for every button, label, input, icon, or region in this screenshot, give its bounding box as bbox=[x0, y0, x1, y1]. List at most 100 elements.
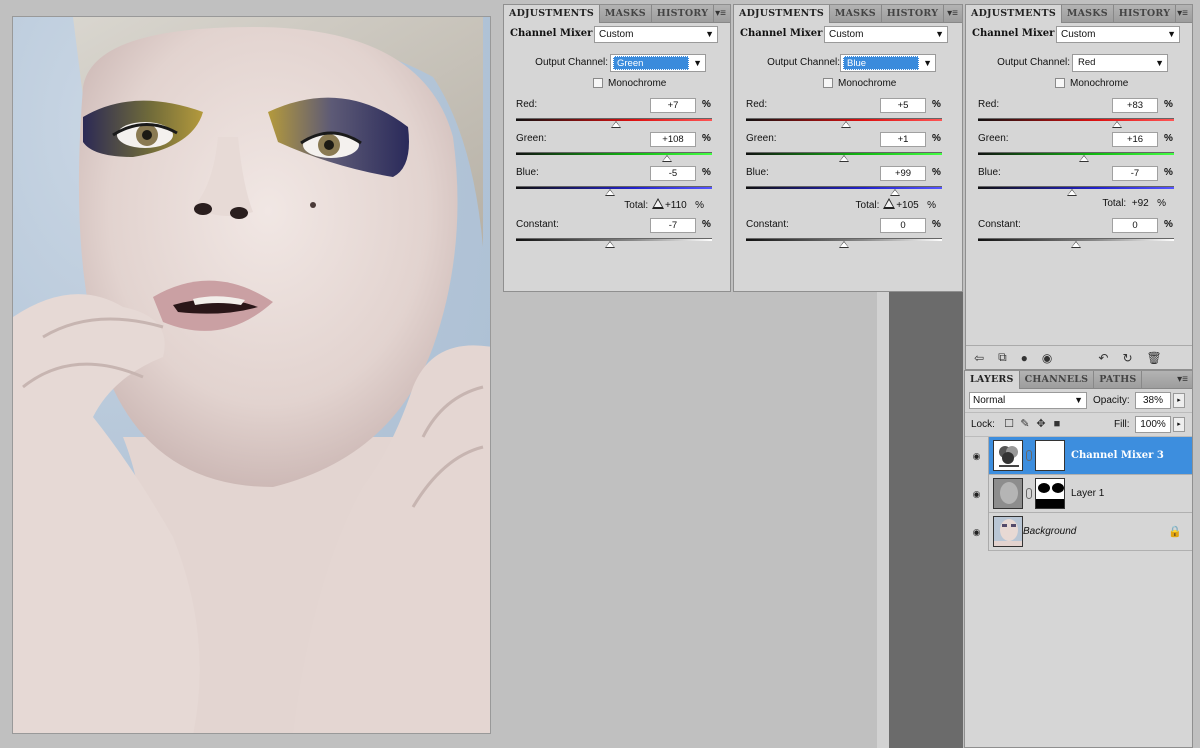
fill-label: Fill: bbox=[1114, 419, 1130, 430]
layer-row-background[interactable]: ◉ Background 🔒 bbox=[965, 513, 1192, 551]
tab-masks[interactable]: MASKS bbox=[830, 5, 882, 23]
monochrome-checkbox[interactable] bbox=[1055, 78, 1065, 88]
green-value-input[interactable]: +1 bbox=[880, 132, 926, 147]
visibility-eye-icon[interactable]: ◉ bbox=[965, 513, 989, 551]
constant-value-input[interactable]: -7 bbox=[650, 218, 696, 233]
green-slider-track[interactable] bbox=[516, 152, 712, 155]
fill-stepper[interactable]: ▸ bbox=[1173, 417, 1185, 432]
tab-paths[interactable]: PATHS bbox=[1094, 371, 1143, 389]
layer-mask-thumbnail[interactable] bbox=[1035, 478, 1065, 509]
image-canvas[interactable] bbox=[12, 16, 491, 734]
percent-label: % bbox=[702, 219, 711, 230]
constant-slider-thumb[interactable] bbox=[1071, 241, 1081, 248]
tab-masks[interactable]: MASKS bbox=[600, 5, 652, 23]
visibility-eye-icon[interactable]: ◉ bbox=[965, 475, 989, 513]
total-readout: Total: +110 % bbox=[624, 198, 704, 211]
panel-menu-icon[interactable]: ▾≡ bbox=[715, 8, 726, 19]
layer-name[interactable]: Layer 1 bbox=[1071, 488, 1104, 499]
tab-history[interactable]: HISTORY bbox=[652, 5, 715, 23]
opacity-stepper[interactable]: ▸ bbox=[1173, 393, 1185, 408]
return-to-list-icon[interactable]: ⇦ bbox=[974, 351, 984, 365]
layer-thumbnail[interactable] bbox=[993, 516, 1023, 547]
fill-input[interactable]: 100% bbox=[1135, 416, 1171, 433]
output-channel-select[interactable]: Green ▼ bbox=[610, 54, 706, 72]
constant-slider-thumb[interactable] bbox=[605, 241, 616, 248]
green-slider-thumb[interactable] bbox=[661, 155, 672, 162]
red-value-input[interactable]: +5 bbox=[880, 98, 926, 113]
link-chain-icon[interactable] bbox=[1026, 488, 1032, 499]
blend-mode-dropdown[interactable]: Normal ▼ bbox=[969, 392, 1087, 409]
red-slider-track[interactable] bbox=[978, 118, 1174, 121]
constant-value-input[interactable]: 0 bbox=[880, 218, 926, 233]
output-channel-select[interactable]: Blue ▼ bbox=[840, 54, 936, 72]
red-slider-thumb[interactable] bbox=[840, 121, 851, 128]
preset-dropdown[interactable]: Custom ▼ bbox=[594, 26, 718, 43]
layer-name[interactable]: Channel Mixer 3 bbox=[1071, 450, 1164, 461]
tab-history[interactable]: HISTORY bbox=[1114, 5, 1177, 23]
green-slider-thumb[interactable] bbox=[839, 155, 849, 162]
preset-dropdown[interactable]: Custom ▼ bbox=[1056, 26, 1180, 43]
lock-all-icon[interactable]: ■ bbox=[1051, 418, 1063, 430]
tab-adjustments[interactable]: ADJUSTMENTS bbox=[966, 5, 1062, 23]
lock-position-icon[interactable]: ✥ bbox=[1035, 418, 1047, 430]
output-channel-select[interactable]: Red ▼ bbox=[1072, 54, 1168, 72]
tab-history[interactable]: HISTORY bbox=[882, 5, 945, 23]
previous-state-icon[interactable]: ↶ bbox=[1098, 351, 1108, 365]
tab-adjustments[interactable]: ADJUSTMENTS bbox=[734, 5, 830, 23]
blue-slider-group: Blue: -7 % bbox=[966, 163, 1192, 197]
layer-mask-thumbnail[interactable] bbox=[1035, 440, 1065, 471]
monochrome-checkbox[interactable] bbox=[593, 78, 603, 88]
layer-name[interactable]: Background bbox=[1023, 526, 1076, 537]
portrait-photo bbox=[13, 17, 490, 733]
blue-value-input[interactable]: +99 bbox=[880, 166, 926, 181]
preset-dropdown[interactable]: Custom ▼ bbox=[824, 26, 948, 43]
blue-slider-thumb[interactable] bbox=[1067, 189, 1078, 196]
tab-masks[interactable]: MASKS bbox=[1062, 5, 1114, 23]
monochrome-checkbox[interactable] bbox=[823, 78, 833, 88]
tab-channels[interactable]: CHANNELS bbox=[1020, 371, 1095, 389]
blue-label: Blue: bbox=[978, 167, 1001, 178]
red-value-input[interactable]: +83 bbox=[1112, 98, 1158, 113]
constant-slider-thumb[interactable] bbox=[839, 241, 849, 248]
green-value-input[interactable]: +108 bbox=[650, 132, 696, 147]
panel-tabbar: ADJUSTMENTS MASKS HISTORY ▾≡ bbox=[734, 5, 962, 23]
opacity-input[interactable]: 38% bbox=[1135, 392, 1171, 409]
visibility-eye-icon[interactable]: ◉ bbox=[1042, 351, 1052, 365]
panel-tabbar: ADJUSTMENTS MASKS HISTORY ▾≡ bbox=[504, 5, 730, 23]
red-slider-thumb[interactable] bbox=[610, 121, 621, 128]
link-chain-icon[interactable] bbox=[1026, 450, 1032, 461]
panel-menu-icon[interactable]: ▾≡ bbox=[947, 8, 958, 19]
panel-menu-icon[interactable]: ▾≡ bbox=[1177, 374, 1188, 385]
green-value-input[interactable]: +16 bbox=[1112, 132, 1158, 147]
trash-icon[interactable]: 🗑 bbox=[1147, 351, 1162, 365]
lock-transparent-icon[interactable]: ☐ bbox=[1003, 418, 1015, 430]
green-slider-thumb[interactable] bbox=[1078, 155, 1089, 162]
red-slider-thumb[interactable] bbox=[1112, 121, 1123, 128]
blue-value-input[interactable]: -5 bbox=[650, 166, 696, 181]
chevron-down-icon: ▼ bbox=[935, 29, 944, 39]
percent-label: % bbox=[702, 99, 711, 110]
constant-value-input[interactable]: 0 bbox=[1112, 218, 1158, 233]
blue-slider-track[interactable] bbox=[746, 186, 942, 189]
blue-value-input[interactable]: -7 bbox=[1112, 166, 1158, 181]
layer-row-channel-mixer-3[interactable]: ◉ Channel Mixer 3 bbox=[965, 437, 1192, 475]
channel-mixer-icon bbox=[999, 446, 1019, 467]
tab-adjustments[interactable]: ADJUSTMENTS bbox=[504, 5, 600, 23]
tab-layers[interactable]: LAYERS bbox=[965, 371, 1020, 389]
green-slider-group: Green: +16 % bbox=[966, 129, 1192, 163]
panel-menu-icon[interactable]: ▾≡ bbox=[1177, 8, 1188, 19]
clip-to-layer-icon[interactable]: ● bbox=[1021, 351, 1028, 365]
reset-icon[interactable]: ↻ bbox=[1122, 351, 1132, 365]
blue-slider-thumb[interactable] bbox=[889, 189, 900, 196]
total-value: +92 bbox=[1131, 198, 1149, 209]
layer-thumbnail[interactable] bbox=[993, 478, 1023, 509]
visibility-eye-icon[interactable]: ◉ bbox=[965, 437, 989, 475]
layer-row-layer-1[interactable]: ◉ Layer 1 bbox=[965, 475, 1192, 513]
lock-image-icon[interactable]: ✎ bbox=[1019, 418, 1031, 430]
red-value-input[interactable]: +7 bbox=[650, 98, 696, 113]
green-slider-track[interactable] bbox=[978, 152, 1174, 155]
adjustment-layer-thumbnail[interactable] bbox=[993, 440, 1023, 471]
blue-slider-thumb[interactable] bbox=[605, 189, 616, 196]
monochrome-label: Monochrome bbox=[1070, 78, 1129, 89]
expand-view-icon[interactable]: ⧉ bbox=[998, 350, 1007, 365]
